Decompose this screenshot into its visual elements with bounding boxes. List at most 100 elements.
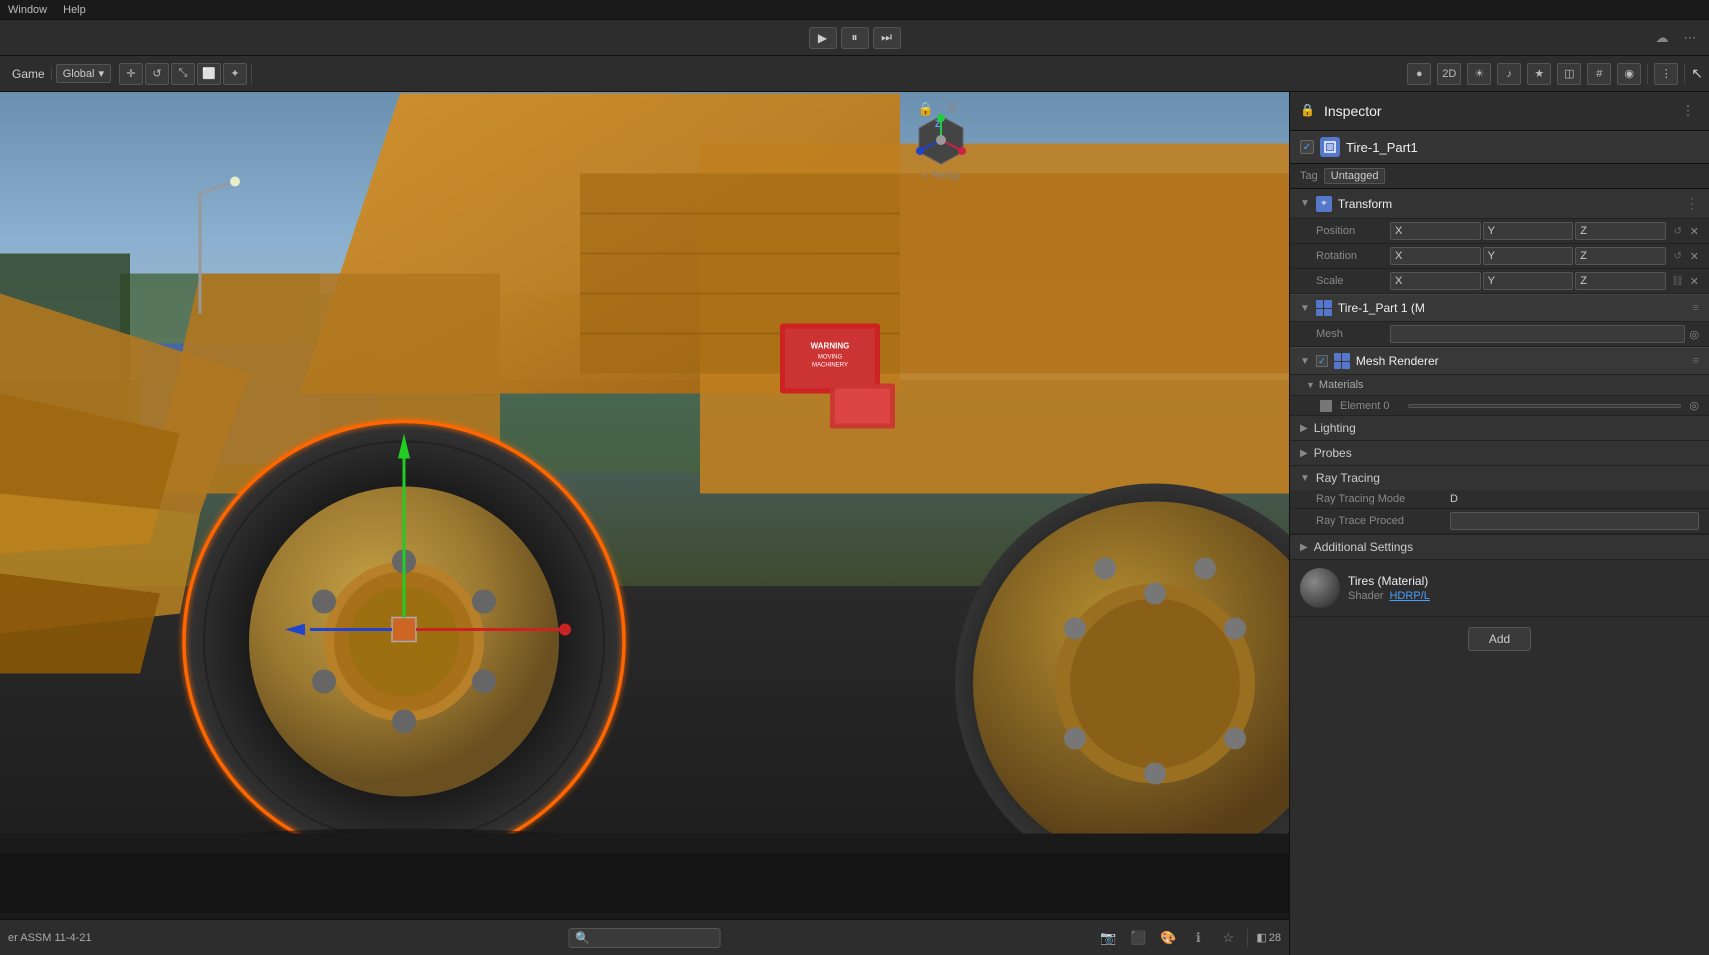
rotate-tool[interactable]: ↺ — [145, 63, 169, 85]
add-component-button[interactable]: Add — [1468, 627, 1531, 651]
position-x[interactable]: X — [1390, 222, 1481, 240]
inspector-header: 🔒 Inspector ⋮ — [1290, 92, 1709, 131]
position-close[interactable]: ✕ — [1690, 225, 1699, 238]
rotation-reset[interactable]: ↺ — [1670, 248, 1686, 264]
mesh-filter-header[interactable]: ▼ Tire-1_Part 1 (M ≡ — [1290, 294, 1709, 322]
scale-close[interactable]: ✕ — [1690, 275, 1699, 288]
scene-draw-mode[interactable]: ● — [1407, 63, 1431, 85]
search-box[interactable]: 🔍 — [568, 928, 721, 948]
element-pick-icon[interactable]: ◎ — [1689, 399, 1699, 412]
mesh-filter-actions: ≡ — [1693, 302, 1699, 314]
tag-label: Tag — [1300, 170, 1318, 182]
scene-status-bar: er ASSM 11-4-21 🔍 📷 ⬛ 🎨 ℹ ☆ ◧ 28 — [0, 919, 1289, 955]
scale-link-icon[interactable]: ⛓ — [1670, 273, 1686, 289]
position-reset[interactable]: ↺ — [1670, 223, 1686, 239]
audio-toggle[interactable]: ♪ — [1497, 63, 1521, 85]
divider2 — [1684, 64, 1685, 84]
scene-visibility[interactable]: ◫ — [1557, 63, 1581, 85]
shader-label: Shader — [1348, 590, 1383, 602]
mesh-value[interactable] — [1390, 325, 1685, 343]
record-icon[interactable]: ⬛ — [1127, 927, 1149, 949]
mesh-filter-menu[interactable]: ≡ — [1693, 302, 1699, 314]
game-view-tab[interactable]: Game — [6, 67, 52, 81]
step-button[interactable]: ⏭ — [873, 27, 901, 49]
ray-tracing-header[interactable]: ▼ Ray Tracing — [1290, 466, 1709, 490]
rotation-row: Rotation X Y Z ↺ ✕ — [1290, 244, 1709, 269]
scale-row: Scale X Y Z ⛓ ✕ — [1290, 269, 1709, 294]
lighting-header[interactable]: ▶ Lighting — [1290, 416, 1709, 440]
inspector-scroll-area[interactable]: ✓ Tire-1_Part1 Tag Untagged ▼ ⌖ Transfor… — [1290, 131, 1709, 955]
tag-value[interactable]: Untagged — [1324, 168, 1386, 184]
element-label: Element 0 — [1340, 400, 1400, 412]
more-options[interactable]: ⋮ — [1654, 63, 1678, 85]
object-name-row: ✓ Tire-1_Part1 — [1290, 131, 1709, 164]
gizmos-toggle[interactable]: ◉ — [1617, 63, 1641, 85]
global-label: Global — [63, 68, 95, 80]
global-dropdown[interactable]: Global ▾ — [56, 64, 111, 83]
play-button[interactable]: ▶ — [809, 27, 837, 49]
star-icon[interactable]: ☆ — [1217, 927, 1239, 949]
position-z[interactable]: Z — [1575, 222, 1666, 240]
inspector-title: Inspector — [1324, 103, 1382, 119]
gizmo-cube-svg: Z — [913, 112, 969, 168]
ray-trace-procedure-value[interactable] — [1450, 512, 1699, 530]
shader-value[interactable]: HDRP/L — [1389, 590, 1429, 602]
scale-z[interactable]: Z — [1575, 272, 1666, 290]
additional-settings-arrow: ▶ — [1300, 542, 1308, 553]
rotation-z[interactable]: Z — [1575, 247, 1666, 265]
transform-menu-icon[interactable]: ⋮ — [1685, 195, 1699, 212]
rotation-close[interactable]: ✕ — [1690, 250, 1699, 263]
scale-x[interactable]: X — [1390, 272, 1481, 290]
element-color-swatch — [1320, 400, 1332, 412]
menu-help[interactable]: Help — [63, 4, 86, 16]
probes-header[interactable]: ▶ Probes — [1290, 441, 1709, 465]
palette-icon[interactable]: 🎨 — [1157, 927, 1179, 949]
material-info: Tires (Material) Shader HDRP/L — [1348, 574, 1430, 602]
rect-tool[interactable]: ⬜ — [197, 63, 221, 85]
effects-toggle[interactable]: ★ — [1527, 63, 1551, 85]
lighting-arrow: ▶ — [1300, 423, 1308, 434]
ray-tracing-mode-row: Ray Tracing Mode D — [1290, 490, 1709, 509]
mesh-renderer-checkbox[interactable]: ✓ — [1316, 355, 1328, 367]
materials-subsection-header[interactable]: ▼ Materials — [1290, 375, 1709, 396]
ray-tracing-arrow: ▼ — [1300, 473, 1310, 484]
scale-tool[interactable]: ⤡ — [171, 63, 195, 85]
perspective-gizmo[interactable]: Z < Persp — [913, 112, 969, 182]
scale-y[interactable]: Y — [1483, 272, 1574, 290]
inspector-more-icon[interactable]: ⋮ — [1677, 100, 1699, 122]
inspector-lock-icon[interactable]: 🔒 — [1300, 103, 1316, 119]
svg-text:MACHINERY: MACHINERY — [812, 363, 848, 369]
rotation-y[interactable]: Y — [1483, 247, 1574, 265]
pause-button[interactable]: ⏸ — [841, 27, 869, 49]
rotation-x[interactable]: X — [1390, 247, 1481, 265]
toolbar-right-icons: ☁ ⋯ — [1651, 27, 1701, 49]
mesh-renderer-title: Mesh Renderer — [1356, 354, 1439, 368]
transform-arrow: ▼ — [1300, 198, 1310, 209]
cloud-icon[interactable]: ☁ — [1651, 27, 1673, 49]
lighting-section: ▶ Lighting — [1290, 416, 1709, 441]
info-icon[interactable]: ℹ — [1187, 927, 1209, 949]
search-input[interactable] — [594, 932, 714, 944]
light-toggle[interactable]: ☀ — [1467, 63, 1491, 85]
scene-viewport[interactable]: WARNING MOVING MACHINERY — [0, 92, 1289, 955]
move-tool[interactable]: ✛ — [119, 63, 143, 85]
element-value[interactable] — [1408, 404, 1681, 408]
scene-toolbar-right: ● 2D ☀ ♪ ★ ◫ # ◉ ⋮ ↖ — [1407, 63, 1703, 85]
mesh-pick-icon[interactable]: ◎ — [1689, 328, 1699, 341]
mesh-renderer-header[interactable]: ▼ ✓ Mesh Renderer ≡ — [1290, 347, 1709, 375]
2d-button[interactable]: 2D — [1437, 63, 1461, 85]
object-active-checkbox[interactable]: ✓ — [1300, 140, 1314, 154]
grid-toggle[interactable]: # — [1587, 63, 1611, 85]
screenshot-icon[interactable]: 📷 — [1097, 927, 1119, 949]
position-y[interactable]: Y — [1483, 222, 1574, 240]
additional-settings-header[interactable]: ▶ Additional Settings — [1290, 535, 1709, 559]
mesh-renderer-menu[interactable]: ≡ — [1693, 355, 1699, 367]
object-icon — [1320, 137, 1340, 157]
probes-title: Probes — [1314, 446, 1352, 460]
dots-menu-icon[interactable]: ⋯ — [1679, 27, 1701, 49]
mesh-label: Mesh — [1316, 328, 1386, 340]
menu-window[interactable]: Window — [8, 4, 47, 16]
transform-section-header[interactable]: ▼ ⌖ Transform ⋮ — [1290, 189, 1709, 219]
transform-all-tool[interactable]: ✦ — [223, 63, 247, 85]
ray-tracing-section: ▼ Ray Tracing Ray Tracing Mode D Ray Tra… — [1290, 466, 1709, 535]
